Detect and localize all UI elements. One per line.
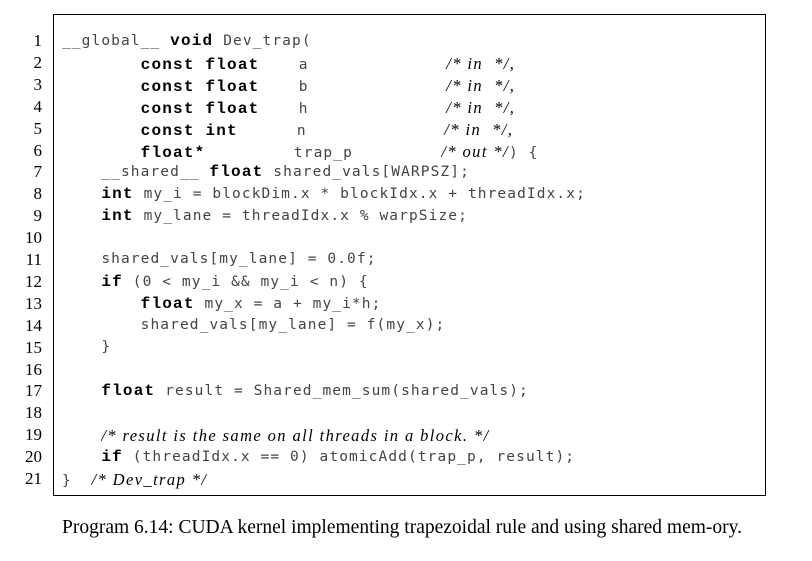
code-comment: /* in */, — [446, 75, 516, 95]
code-text: __shared__ — [62, 164, 210, 181]
code-keyword: if — [101, 272, 123, 291]
line-number: 3 — [33, 74, 43, 94]
code-text: Dev_trap( — [213, 33, 312, 49]
code-text: shared_vals[WARPSZ]; — [263, 164, 470, 181]
code-keyword: const float — [140, 99, 260, 118]
figure-caption: Program 6.14: CUDA kernel implementing t… — [62, 517, 742, 538]
code-keyword: const int — [140, 121, 238, 140]
code-text: my_lane = threadIdx.x % warpSize; — [133, 208, 468, 225]
code-line: shared_vals[my_lane] = 0.0f; — [62, 251, 377, 267]
line-number: 12 — [25, 271, 42, 291]
code-line: float* trap_p /* out */) { — [62, 142, 538, 162]
line-number: 10 — [25, 228, 42, 248]
code-line: if (0 < my_i && my_i < n) { — [62, 273, 369, 291]
code-line: int my_i = blockDim.x * blockIdx.x + thr… — [62, 185, 586, 203]
code-text: (threadIdx.x == 0) atomicAdd(trap_p, res… — [122, 449, 576, 466]
code-line: __global__ void Dev_trap( — [62, 32, 312, 50]
code-keyword: float — [209, 163, 264, 182]
code-keyword: void — [170, 32, 214, 50]
code-line: __shared__ float shared_vals[WARPSZ]; — [62, 163, 470, 181]
code-text: h — [259, 100, 447, 117]
code-line: const int n /* in */, — [62, 120, 513, 140]
code-text: } — [62, 473, 92, 489]
code-comment: /* Dev_trap */ — [91, 470, 208, 489]
code-line: shared_vals[my_lane] = f(my_x); — [62, 317, 445, 333]
code-line: int my_lane = threadIdx.x % warpSize; — [62, 207, 468, 225]
code-text: a — [259, 56, 447, 73]
code-text: ) { — [508, 144, 539, 161]
code-keyword: float* — [140, 143, 206, 162]
line-number: 15 — [25, 337, 42, 357]
code-text: __global__ — [62, 33, 171, 49]
line-number: 13 — [25, 293, 42, 313]
code-keyword: const float — [140, 55, 260, 74]
line-number: 5 — [33, 118, 43, 138]
line-number: 7 — [33, 162, 43, 182]
program-listing-figure: 1 2 3 4 5 6 7 8 9 10 11 12 13 14 15 16 17 18 19 20 21 __glob… — [0, 0, 812, 561]
code-line: } /* Dev_trap */ — [62, 470, 207, 490]
line-number: 18 — [25, 403, 42, 423]
line-number: 1 — [33, 31, 43, 50]
code-line: float result = Shared_mem_sum(shared_val… — [62, 382, 529, 400]
code-keyword: int — [101, 207, 134, 226]
line-number: 16 — [25, 359, 42, 379]
code-comment: /* result is the same on all threads in … — [101, 426, 490, 446]
code-comment: /* in */, — [446, 53, 516, 73]
line-number: 2 — [33, 52, 43, 72]
code-line: if (threadIdx.x == 0) atomicAdd(trap_p, … — [62, 448, 575, 466]
code-text: (0 < my_i && my_i < n) { — [122, 273, 369, 290]
code-comment: /* in */, — [446, 97, 516, 117]
code-line: const float a /* in */, — [62, 54, 515, 74]
code-line: /* result is the same on all threads in … — [62, 426, 490, 446]
code-keyword: int — [101, 185, 134, 204]
code-text: } — [62, 338, 112, 355]
line-number: 6 — [33, 140, 43, 160]
line-number: 9 — [33, 206, 43, 226]
code-text: shared_vals[my_lane] = 0.0f; — [62, 251, 377, 267]
code-text: my_x = a + my_i*h; — [194, 295, 382, 312]
line-number: 20 — [25, 447, 42, 467]
line-number: 19 — [25, 425, 42, 445]
code-keyword: float — [101, 382, 156, 401]
line-number: 8 — [33, 184, 43, 204]
code-text: b — [259, 78, 447, 95]
code-comment: /* out */ — [441, 141, 509, 161]
code-line: } — [62, 339, 111, 355]
line-number: 11 — [25, 250, 42, 269]
line-number: 14 — [25, 315, 42, 335]
line-number: 21 — [25, 469, 42, 488]
code-text: n — [237, 122, 445, 139]
code-line: const float b /* in */, — [62, 76, 515, 96]
line-number: 4 — [33, 96, 43, 116]
code-keyword: if — [101, 448, 123, 467]
code-comment: /* in */, — [444, 119, 514, 139]
code-keyword: float — [140, 294, 195, 313]
code-text: shared_vals[my_lane] = f(my_x); — [62, 316, 446, 333]
line-number: 17 — [25, 381, 42, 401]
code-keyword: const float — [140, 77, 260, 96]
code-line: float my_x = a + my_i*h; — [62, 295, 381, 313]
code-text: my_i = blockDim.x * blockIdx.x + threadI… — [133, 186, 586, 203]
code-text: result = Shared_mem_sum(shared_vals); — [155, 383, 529, 400]
code-line: const float h /* in */, — [62, 98, 515, 118]
code-text: trap_p — [205, 144, 442, 161]
